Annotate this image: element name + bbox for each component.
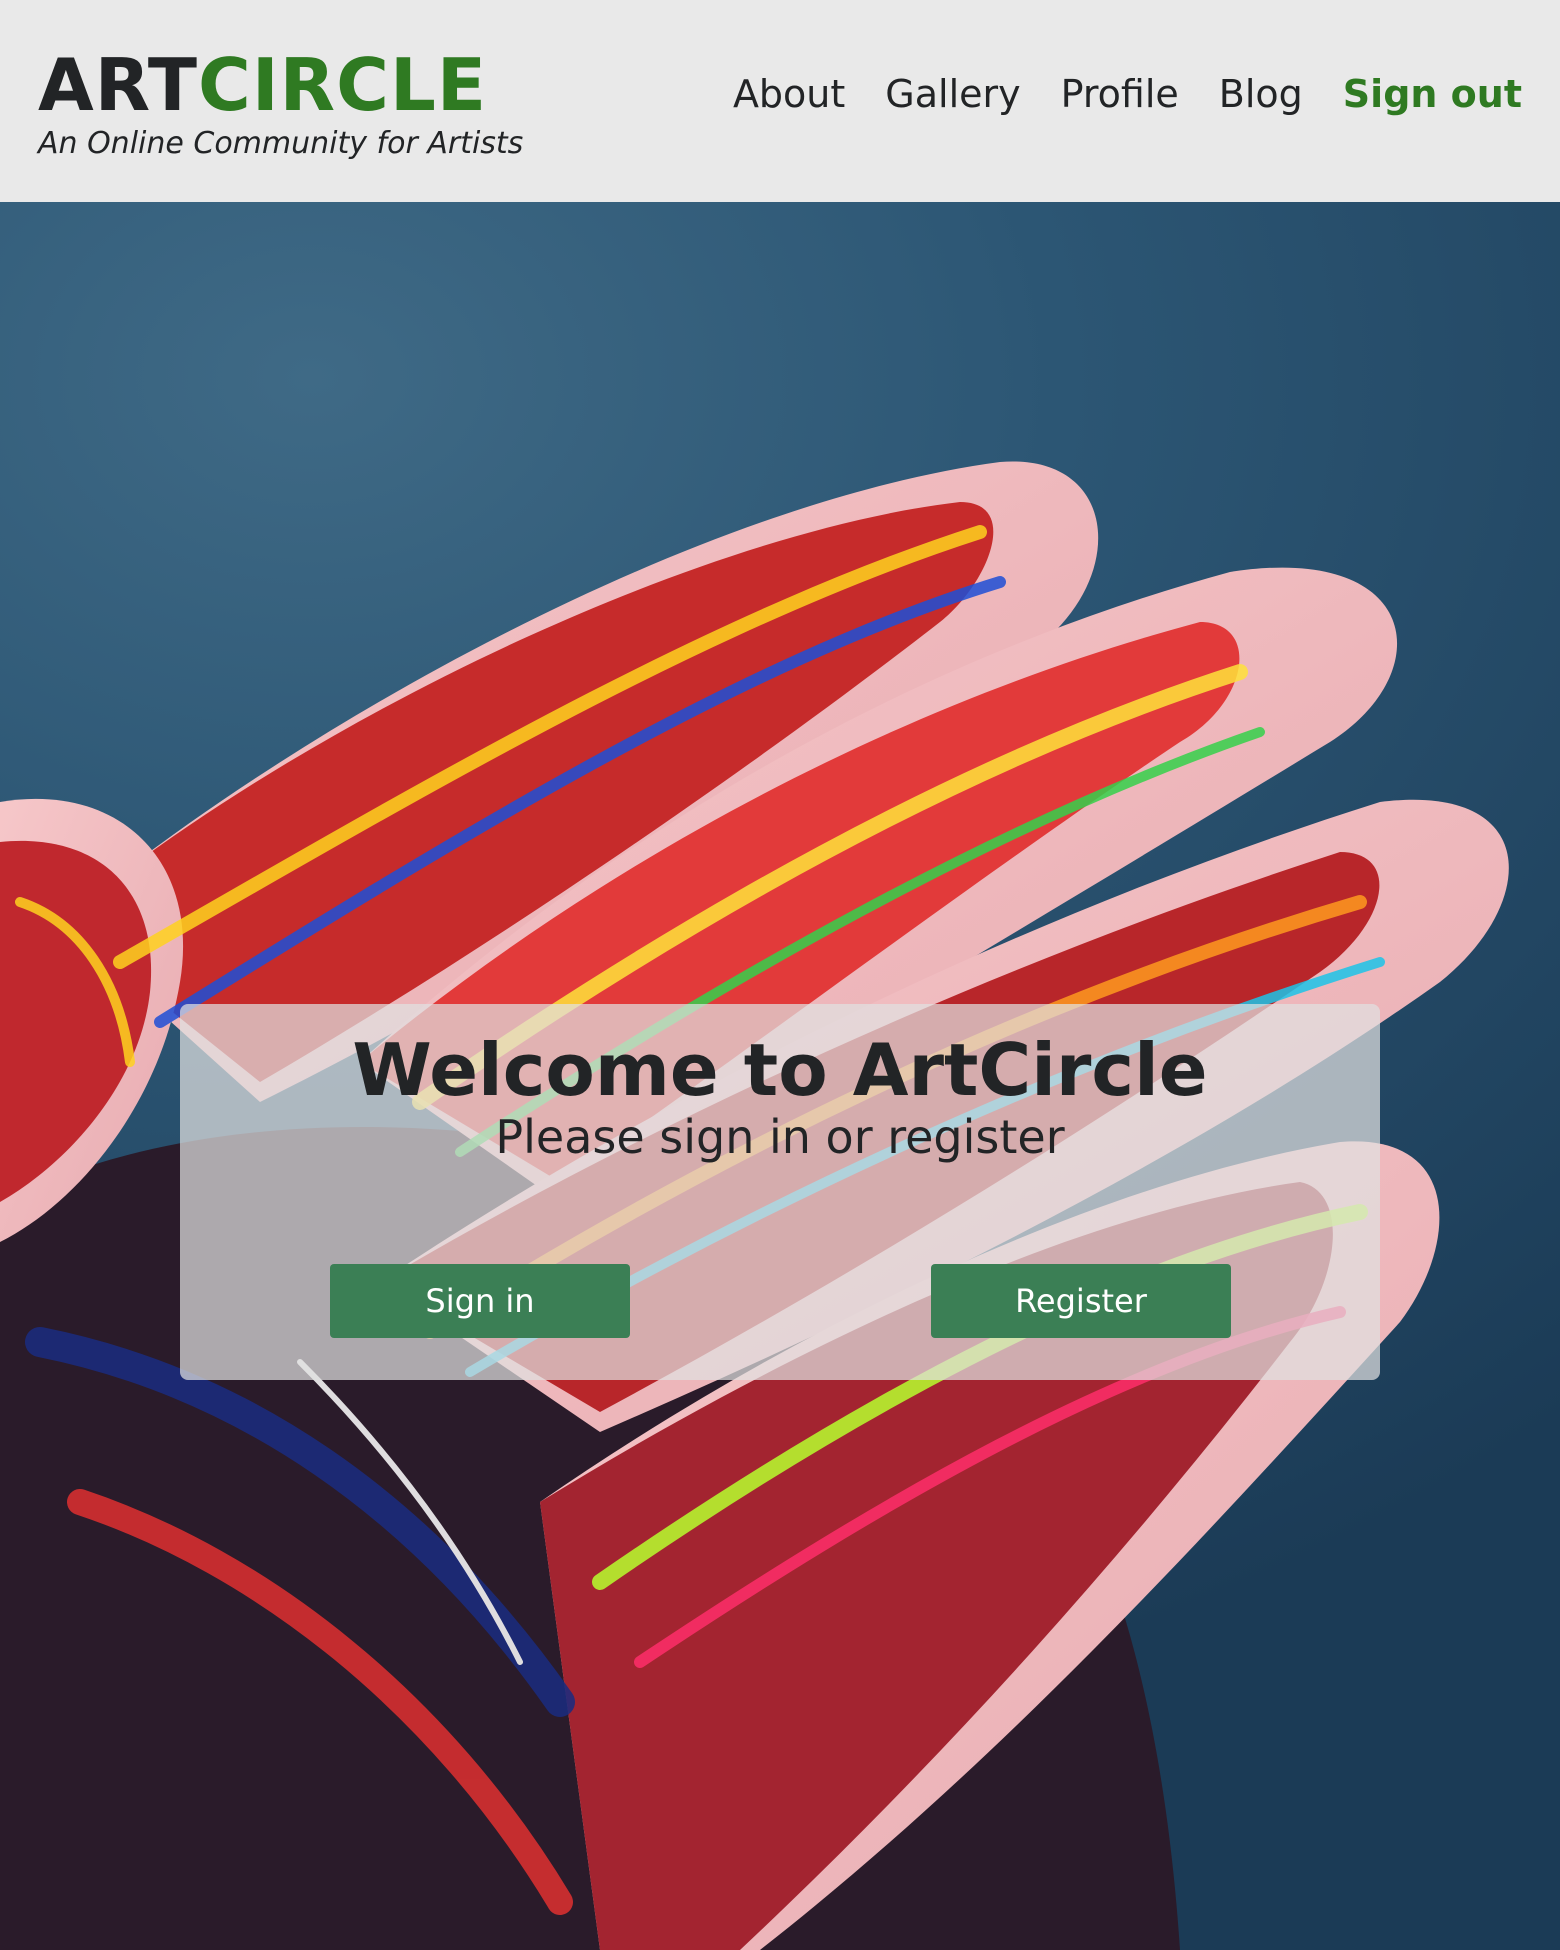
site-header: ARTCIRCLE An Online Community for Artist… (0, 0, 1560, 202)
nav-about-link[interactable]: About (733, 72, 845, 116)
welcome-card: Welcome to ArtCircle Please sign in or r… (180, 1004, 1380, 1380)
sign-in-button[interactable]: Sign in (330, 1264, 630, 1338)
site-logo[interactable]: ARTCIRCLE An Online Community for Artist… (38, 44, 523, 161)
nav-sign-out-link[interactable]: Sign out (1343, 72, 1522, 116)
site-tagline: An Online Community for Artists (38, 126, 524, 161)
logo-circle-text: CIRCLE (198, 43, 488, 127)
register-button[interactable]: Register (931, 1264, 1231, 1338)
nav-gallery-link[interactable]: Gallery (885, 72, 1020, 116)
nav-profile-link[interactable]: Profile (1061, 72, 1179, 116)
logo-art-text: ART (38, 43, 199, 127)
hero-section: Welcome to ArtCircle Please sign in or r… (0, 202, 1560, 1950)
welcome-subtitle: Please sign in or register (495, 1110, 1065, 1164)
welcome-title: Welcome to ArtCircle (352, 1028, 1208, 1112)
nav-blog-link[interactable]: Blog (1219, 72, 1303, 116)
logo-wordmark: ARTCIRCLE (38, 44, 523, 126)
main-nav: About Gallery Profile Blog Sign out (733, 72, 1522, 116)
